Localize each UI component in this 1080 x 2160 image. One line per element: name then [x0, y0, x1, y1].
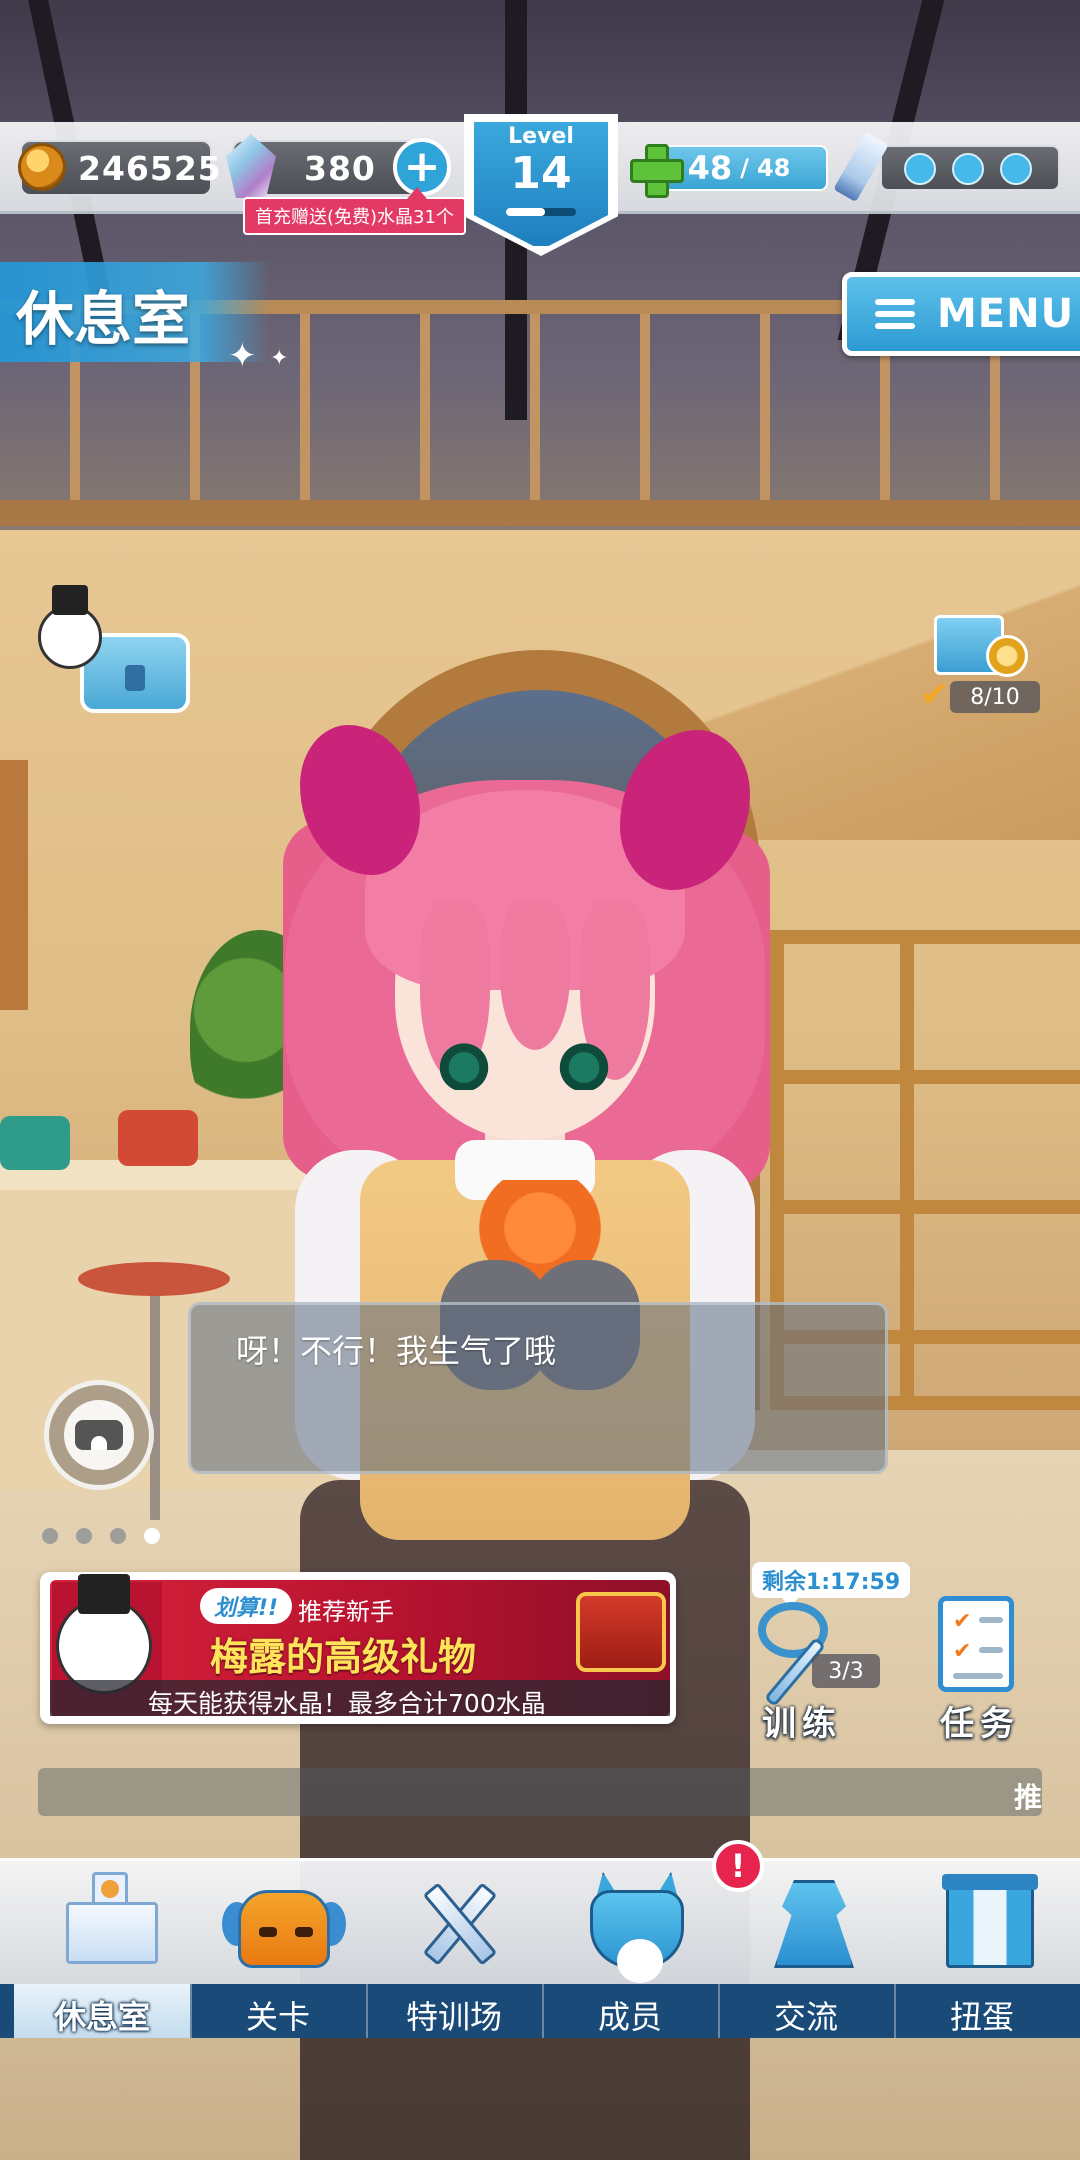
lock-icon — [125, 665, 145, 691]
menu-label: MENU — [937, 291, 1075, 337]
character-eye-right — [555, 1040, 613, 1090]
nav-label: 休息室 — [53, 1998, 150, 2036]
crystal-amount: 380 — [304, 148, 376, 188]
coin-icon — [18, 143, 66, 191]
nav-item-gacha[interactable]: 扭蛋 — [894, 1858, 1070, 2038]
vr-icon-plate — [64, 1400, 134, 1470]
level-number: 14 — [510, 148, 572, 199]
level-label: Level — [508, 124, 574, 149]
page-dot[interactable] — [110, 1528, 126, 1544]
notification-badge: ! — [712, 1840, 764, 1892]
stamina-plus-icon — [628, 142, 684, 198]
level-exp-fill — [506, 208, 545, 216]
vr-goggles-icon — [75, 1420, 123, 1450]
task-line — [979, 1647, 1003, 1653]
room-title: 休息室 — [16, 285, 191, 353]
curtain-icon — [942, 1872, 1038, 1968]
nav-item-special-training[interactable]: 特训场 — [366, 1858, 542, 2038]
nav-separator — [542, 1984, 544, 2038]
nav-label: 扭蛋 — [949, 1998, 1014, 2036]
coin-amount: 246525 — [78, 148, 222, 188]
school-icon — [62, 1872, 158, 1968]
dialogue-text: 呀！不行！我生气了哦 — [236, 1332, 557, 1370]
checkmark-icon: ✔ — [920, 675, 949, 715]
demon-icon — [222, 1872, 346, 1968]
banner-title: 梅露的高级礼物 — [210, 1635, 477, 1679]
nav-separator — [190, 1984, 192, 2038]
banner-treasure-chest-icon — [576, 1592, 666, 1672]
stamina-separator: / — [740, 154, 749, 182]
first-charge-promo[interactable]: 首充赠送(免费)水晶31个 — [243, 187, 466, 235]
task-line — [979, 1617, 1003, 1623]
top-hat-icon — [52, 585, 88, 615]
battle-pip — [904, 153, 936, 185]
stamina-current: 48 — [687, 149, 733, 187]
nav-separator — [718, 1984, 720, 2038]
page-dot[interactable] — [144, 1528, 160, 1544]
level-exp-bar — [506, 208, 576, 216]
character-bang — [500, 900, 570, 1050]
treasure-chest-button[interactable] — [28, 585, 190, 715]
training-timer: 剩余1:17:59 — [752, 1562, 911, 1608]
ticker-text: 推 — [1013, 1781, 1042, 1814]
character-eye-left — [435, 1040, 493, 1090]
gift-coin-icon — [986, 635, 1028, 677]
training-count: 3/3 — [812, 1654, 880, 1688]
menu-button[interactable]: MENU — [842, 272, 1080, 356]
banner-deal-tag: 划算!! — [200, 1588, 293, 1624]
page-dot[interactable] — [42, 1528, 58, 1544]
battle-pip — [1000, 153, 1032, 185]
task-line — [953, 1673, 1003, 1679]
battle-pip — [952, 153, 984, 185]
task-button[interactable]: ✔ ✔ — [938, 1596, 1014, 1692]
nav-separator — [366, 1984, 368, 2038]
nav-label: 交流 — [773, 1998, 838, 2036]
task-label[interactable]: 任务 — [940, 1696, 1020, 1745]
page-dot[interactable] — [76, 1528, 92, 1544]
mask-icon — [590, 1872, 684, 1983]
banner-top-hat-icon — [78, 1574, 130, 1614]
banner-caption: 每天能获得水晶！最多合计700水晶 — [148, 1689, 546, 1718]
login-gift-button[interactable]: 8/10 ✔ — [920, 605, 1050, 715]
stamina-max: 48 — [756, 154, 791, 182]
check-icon: ✔ — [953, 1609, 972, 1634]
news-ticker[interactable]: 推 — [38, 1768, 1042, 1816]
sparkle-icon: ✦ — [270, 346, 289, 371]
nav-item-stages[interactable]: 关卡 — [190, 1858, 366, 2038]
training-label[interactable]: 训练 — [762, 1696, 842, 1745]
nav-separator — [894, 1984, 896, 2038]
nav-label: 特训场 — [405, 1998, 502, 2036]
gift-progress: 8/10 — [950, 681, 1040, 713]
sparkle-icon: ✦ — [228, 336, 257, 376]
banner-subtitle: 推荐新手 — [298, 1598, 394, 1626]
dress-icon — [766, 1872, 856, 1968]
crossed-swords-icon — [414, 1872, 504, 1968]
nav-label: 成员 — [597, 1998, 662, 2036]
nav-label: 关卡 — [245, 1998, 310, 2036]
check-icon: ✔ — [953, 1639, 972, 1664]
nav-item-members[interactable]: 成员 — [542, 1858, 718, 2038]
vr-mode-button[interactable] — [44, 1380, 154, 1490]
hamburger-icon — [875, 299, 915, 329]
nav-item-lounge[interactable]: 休息室 — [14, 1858, 190, 2038]
